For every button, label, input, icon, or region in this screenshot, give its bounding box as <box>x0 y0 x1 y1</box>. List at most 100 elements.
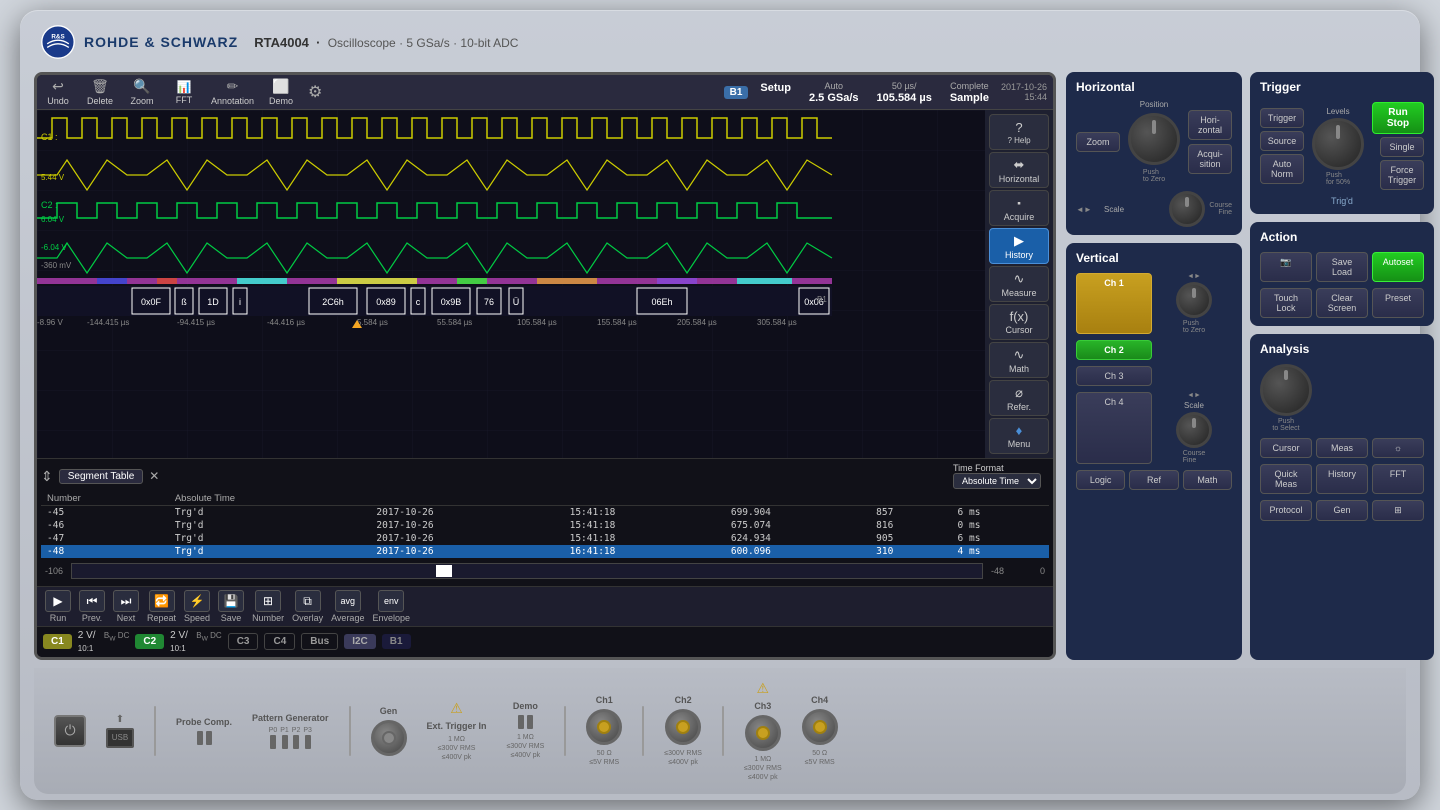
brightness-button[interactable]: ☼ <box>1372 438 1424 458</box>
position-knob[interactable] <box>1128 113 1180 165</box>
zoom-button[interactable]: 🔍 Zoom <box>127 78 157 106</box>
help-button[interactable]: ? ? Help <box>989 114 1049 150</box>
average-button[interactable]: avg Average <box>331 590 364 623</box>
horizontal-ctrl-button[interactable]: Hori- zontal <box>1188 110 1232 140</box>
bottom-panel: ⏻ ⬆ USB Probe Comp. Pattern Generator P0 <box>34 668 1406 794</box>
protocol-button[interactable]: Protocol <box>1260 500 1312 521</box>
speed-button[interactable]: ⚡ Speed <box>184 590 210 623</box>
probe-comp-group: Probe Comp. <box>176 717 232 745</box>
usb-port[interactable]: USB <box>106 728 134 748</box>
segment-table-wrapper: Number Absolute Time -45 Trg'd 2017-10-2… <box>41 492 1049 582</box>
delete-button[interactable]: 🗑 Delete <box>85 78 115 106</box>
ch1-pos-knob[interactable] <box>1176 282 1212 318</box>
annotation-button[interactable]: ✏ Annotation <box>211 78 254 106</box>
seg-expand-icon[interactable]: ⇕ <box>41 468 53 485</box>
ch2-badge[interactable]: C2 <box>135 634 164 649</box>
b1-chan-badge[interactable]: B1 <box>382 634 411 649</box>
acquisition-ctrl-button[interactable]: Acqui-sition <box>1188 144 1232 174</box>
menu-button[interactable]: ♦ Menu <box>989 418 1049 454</box>
svg-text:76: 76 <box>484 297 494 307</box>
next-button[interactable]: ⏭ Next <box>113 590 139 623</box>
overlay-button[interactable]: ⧉ Overlay <box>292 590 323 623</box>
history-button[interactable]: ▶ History <box>989 228 1049 264</box>
touch-lock-button[interactable]: TouchLock <box>1260 288 1312 318</box>
source-button[interactable]: Source <box>1260 131 1304 151</box>
history-ctrl-button[interactable]: History <box>1316 464 1368 494</box>
single-button[interactable]: Single <box>1380 137 1424 157</box>
math-ctrl-button[interactable]: Math <box>1183 470 1232 490</box>
preset-button[interactable]: Preset <box>1372 288 1424 318</box>
main-section: ↩ Undo 🗑 Delete 🔍 Zoom 📊 FFT ✏ Anno <box>34 72 1406 660</box>
ref-button[interactable]: Ref <box>1129 470 1178 490</box>
envelope-button[interactable]: env Envelope <box>372 590 410 623</box>
segment-table-title[interactable]: Segment Table <box>59 469 144 484</box>
meas-button[interactable]: Meas <box>1316 438 1368 458</box>
acquire-button[interactable]: ⬝ Acquire <box>989 190 1049 226</box>
table-row[interactable]: -47 Trg'd 2017-10-26 15:41:18 624.934 90… <box>41 532 1049 545</box>
demo-button[interactable]: ⬜ Demo <box>266 78 296 106</box>
ext-trigger-label: Ext. Trigger In <box>427 721 487 731</box>
ch1-badge[interactable]: C1 <box>43 634 72 649</box>
autoset-button[interactable]: Autoset <box>1372 252 1424 282</box>
run-stop-button[interactable]: RunStop <box>1372 102 1424 134</box>
scale-knob[interactable] <box>1169 191 1205 227</box>
svg-text:06Eh: 06Eh <box>651 297 672 307</box>
cursor-ctrl-button[interactable]: Cursor <box>1260 438 1312 458</box>
force-trigger-button[interactable]: ForceTrigger <box>1380 160 1424 190</box>
number-button[interactable]: ⊞ Number <box>252 590 284 623</box>
grid-button[interactable]: ⊞ <box>1372 500 1424 521</box>
ch3-spec: 1 MΩ≤300V RMS≤400V pk <box>744 755 782 782</box>
i2c-badge[interactable]: I2C <box>344 634 376 649</box>
cursor-button[interactable]: f(x) Cursor <box>989 304 1049 340</box>
demo-spec-text: 1 MΩ≤300V RMS≤400V pk <box>507 733 545 760</box>
scale-ch-knob[interactable] <box>1176 412 1212 448</box>
ch3-button[interactable]: Ch 3 <box>1076 366 1152 386</box>
table-row-selected[interactable]: -48 Trg'd 2017-10-26 16:41:18 600.096 31… <box>41 545 1049 558</box>
settings-icon[interactable]: ⚙ <box>308 82 322 102</box>
table-row[interactable]: -45 Trg'd 2017-10-26 15:41:18 699.904 85… <box>41 506 1049 520</box>
clear-screen-button[interactable]: ClearScreen <box>1316 288 1368 318</box>
ch2-spec: ≤300V RMS≤400V pk <box>664 749 702 767</box>
ch4-badge[interactable]: C4 <box>264 633 295 650</box>
fft-ctrl-button[interactable]: FFT <box>1372 464 1424 494</box>
trigger-button[interactable]: Trigger <box>1260 108 1304 128</box>
run-button[interactable]: ▶ Run <box>45 590 71 623</box>
ch1-button[interactable]: Ch 1 <box>1076 273 1152 334</box>
horizontal-button[interactable]: ⬌ Horizontal <box>989 152 1049 188</box>
references-button[interactable]: ⌀ Refer. <box>989 380 1049 416</box>
svg-text:-6.04 V: -6.04 V <box>41 243 67 252</box>
usb-area: ⬆ USB <box>106 714 134 748</box>
analysis-knob[interactable] <box>1260 364 1312 416</box>
undo-button[interactable]: ↩ Undo <box>43 78 73 106</box>
svg-text:5.584 µs: 5.584 µs <box>357 318 388 327</box>
svg-text:-144.415 µs: -144.415 µs <box>87 318 129 327</box>
table-row[interactable]: -46 Trg'd 2017-10-26 15:41:18 675.074 81… <box>41 519 1049 532</box>
save-load-button[interactable]: SaveLoad <box>1316 252 1368 282</box>
trigger-knob[interactable] <box>1312 118 1364 170</box>
bus-badge[interactable]: Bus <box>301 633 338 650</box>
logic-button[interactable]: Logic <box>1076 470 1125 490</box>
probe-pin-1 <box>197 731 203 745</box>
save-button[interactable]: 💾 Save <box>218 590 244 623</box>
auto-norm-button[interactable]: Auto Norm <box>1260 154 1304 184</box>
probe-pin-2 <box>206 731 212 745</box>
ch2-button[interactable]: Ch 2 <box>1076 340 1152 360</box>
power-button[interactable]: ⏻ <box>54 715 86 747</box>
ch4-button[interactable]: Ch 4 <box>1076 392 1152 464</box>
camera-button[interactable]: 📷 <box>1260 252 1312 282</box>
action-buttons: 📷 SaveLoad Autoset <box>1260 252 1424 282</box>
ch3-badge[interactable]: C3 <box>228 633 259 650</box>
svg-text:0x0F: 0x0F <box>141 297 162 307</box>
top-header: R&S ROHDE & SCHWARZ RTA4004 · Oscillosco… <box>34 20 1406 64</box>
math-button[interactable]: ∿ Math <box>989 342 1049 378</box>
repeat-button[interactable]: 🔁 Repeat <box>147 590 176 623</box>
seg-close-icon[interactable]: ✕ <box>149 469 159 483</box>
measure-button[interactable]: ∿ Measure <box>989 266 1049 302</box>
time-format-select[interactable]: Absolute Time Relative Time <box>953 473 1041 489</box>
action-title: Action <box>1260 230 1424 244</box>
gen-ctrl-button[interactable]: Gen <box>1316 500 1368 521</box>
quick-meas-button[interactable]: QuickMeas <box>1260 464 1312 494</box>
fft-button[interactable]: 📊 FFT <box>169 80 199 105</box>
prev-button[interactable]: ⏮ Prev. <box>79 590 105 623</box>
zoom-ctrl-button[interactable]: Zoom <box>1076 132 1120 152</box>
